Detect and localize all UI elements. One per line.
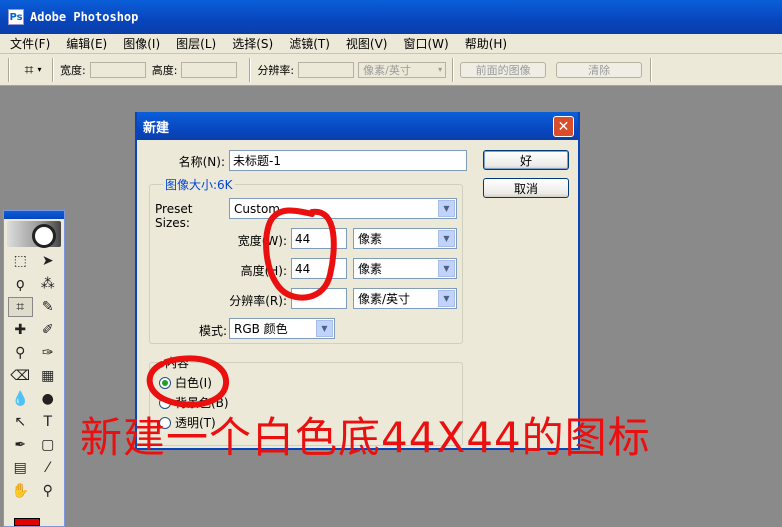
toolbox-header[interactable] xyxy=(4,211,64,219)
preset-sizes-select[interactable]: Custom ▼ xyxy=(229,198,457,219)
marquee-icon[interactable]: ⬚ xyxy=(8,251,33,271)
menu-edit[interactable]: 编辑(E) xyxy=(66,35,107,52)
contents-label: 内容 xyxy=(163,354,192,371)
chevron-down-icon: ▼ xyxy=(438,260,455,277)
name-label: 名称(N): xyxy=(178,155,225,169)
clear-button[interactable]: 清除 xyxy=(556,61,643,78)
menu-bar: 文件(F) 编辑(E) 图像(I) 图层(L) 选择(S) 滤镜(T) 视图(V… xyxy=(0,34,782,54)
resolution-unit-select[interactable]: 像素/英寸 ▼ xyxy=(353,288,457,309)
options-bar: ⌗ ▾ 宽度: 高度: 分辨率: 像素/英寸 ▾ 前面的图像 清除 xyxy=(0,54,782,86)
app-title: Adobe Photoshop xyxy=(30,10,139,24)
resolution-option-label: 分辨率: xyxy=(257,63,295,77)
magic-wand-icon[interactable]: ⁂ xyxy=(36,274,61,294)
menu-layer[interactable]: 图层(L) xyxy=(176,35,216,52)
width-label: 宽度(W): xyxy=(237,234,287,248)
app-titlebar: Ps Adobe Photoshop xyxy=(0,0,782,34)
gradient-icon[interactable]: ▦ xyxy=(36,366,61,386)
height-input[interactable]: 44 xyxy=(291,258,347,279)
lasso-icon[interactable]: ϙ xyxy=(8,274,33,294)
width-unit-value: 像素 xyxy=(358,232,383,246)
history-brush-icon[interactable]: ✑ xyxy=(36,343,61,363)
height-unit-value: 像素 xyxy=(358,262,383,276)
menu-select[interactable]: 选择(S) xyxy=(232,35,273,52)
divider xyxy=(52,57,54,82)
height-label: 高度(H): xyxy=(240,264,287,278)
brush-icon[interactable]: ✐ xyxy=(36,320,61,340)
blur-icon[interactable]: 💧 xyxy=(8,389,33,409)
healing-brush-icon[interactable]: ✚ xyxy=(8,320,33,340)
divider xyxy=(650,57,653,82)
ok-button[interactable]: 好 xyxy=(483,150,569,170)
resolution-input[interactable] xyxy=(291,288,347,309)
radio-selected-icon xyxy=(159,376,171,389)
toolbox: ⬚ ➤ ϙ ⁂ ⌗ ✎ ✚ ✐ ⚲ ✑ ⌫ ▦ 💧 ● ↖ T ✒ ▢ ▤ ⁄ … xyxy=(3,210,65,527)
height-option-label: 高度: xyxy=(151,63,178,77)
resolution-option-field[interactable] xyxy=(298,61,355,78)
chevron-down-icon: ▼ xyxy=(316,320,333,337)
preset-sizes-label: Preset Sizes: xyxy=(155,202,193,230)
move-icon[interactable]: ➤ xyxy=(36,251,61,271)
eyedropper-icon[interactable]: ⁄ xyxy=(36,458,61,478)
height-option-field[interactable] xyxy=(181,61,238,78)
chevron-down-icon: ▼ xyxy=(438,230,455,247)
close-icon[interactable]: ✕ xyxy=(553,116,574,137)
width-unit-select[interactable]: 像素 ▼ xyxy=(353,228,457,249)
shape-icon[interactable]: ▢ xyxy=(36,435,61,455)
menu-image[interactable]: 图像(I) xyxy=(123,35,160,52)
tool-grid: ⬚ ➤ ϙ ⁂ ⌗ ✎ ✚ ✐ ⚲ ✑ ⌫ ▦ 💧 ● ↖ T ✒ ▢ ▤ ⁄ … xyxy=(4,249,64,503)
crop-icon[interactable]: ⌗ xyxy=(8,297,33,317)
zoom-icon[interactable]: ⚲ xyxy=(36,481,61,501)
width-option-label: 宽度: xyxy=(60,63,86,77)
mode-label: 模式: xyxy=(198,324,227,338)
mode-select[interactable]: RGB 颜色 ▼ xyxy=(229,318,335,339)
crop-icon[interactable]: ⌗ ▾ xyxy=(20,59,46,81)
chevron-down-icon: ▾ xyxy=(438,65,443,74)
menu-view[interactable]: 视图(V) xyxy=(346,35,388,52)
annotation-caption: 新建一个白色底44X44的图标 xyxy=(80,413,651,462)
divider xyxy=(452,57,455,82)
contents-white-radio[interactable]: 白色(I) xyxy=(159,374,212,391)
eraser-icon[interactable]: ⌫ xyxy=(8,366,33,386)
photoshop-logo-icon[interactable] xyxy=(7,221,61,248)
width-option-field[interactable] xyxy=(89,61,146,78)
notes-icon[interactable]: ▤ xyxy=(8,458,33,478)
image-size-label: 图像大小:6K xyxy=(163,176,235,193)
chevron-down-icon: ▼ xyxy=(438,200,455,217)
height-unit-select[interactable]: 像素 ▼ xyxy=(353,258,457,279)
resolution-unit-select[interactable]: 像素/英寸 ▾ xyxy=(358,61,447,78)
name-input[interactable]: 未标题-1 xyxy=(229,150,467,171)
preset-sizes-value: Custom xyxy=(234,201,280,216)
pen-icon[interactable]: ✒ xyxy=(8,435,33,455)
clone-stamp-icon[interactable]: ⚲ xyxy=(8,343,33,363)
dodge-icon[interactable]: ● xyxy=(36,389,61,409)
cancel-button[interactable]: 取消 xyxy=(483,178,569,198)
resolution-label: 分辨率(R): xyxy=(229,294,287,308)
type-icon[interactable]: T xyxy=(36,412,61,432)
menu-window[interactable]: 窗口(W) xyxy=(403,35,448,52)
slice-icon[interactable]: ✎ xyxy=(36,297,61,317)
new-document-dialog: 新建 ✕ 名称(N): 未标题-1 好 取消 图像大小:6K Preset Si… xyxy=(135,112,580,450)
mode-value: RGB 颜色 xyxy=(234,322,288,336)
resolution-unit-value: 像素/英寸 xyxy=(358,292,411,306)
divider xyxy=(249,57,252,82)
path-selection-icon[interactable]: ↖ xyxy=(8,412,33,432)
foreground-color-swatch[interactable] xyxy=(14,518,40,526)
options-grip xyxy=(8,57,10,82)
photoshop-icon: Ps xyxy=(8,9,24,25)
dialog-title: 新建 xyxy=(143,120,170,136)
resolution-unit-value: 像素/英寸 xyxy=(363,63,411,77)
contents-white-label: 白色(I) xyxy=(175,376,212,390)
width-input[interactable]: 44 xyxy=(291,228,347,249)
menu-filter[interactable]: 滤镜(T) xyxy=(289,35,330,52)
menu-file[interactable]: 文件(F) xyxy=(10,35,50,52)
chevron-down-icon: ▼ xyxy=(438,290,455,307)
hand-icon[interactable]: ✋ xyxy=(8,481,33,501)
dialog-titlebar[interactable]: 新建 ✕ xyxy=(137,112,578,140)
front-image-button[interactable]: 前面的图像 xyxy=(460,61,547,78)
menu-help[interactable]: 帮助(H) xyxy=(465,35,507,52)
